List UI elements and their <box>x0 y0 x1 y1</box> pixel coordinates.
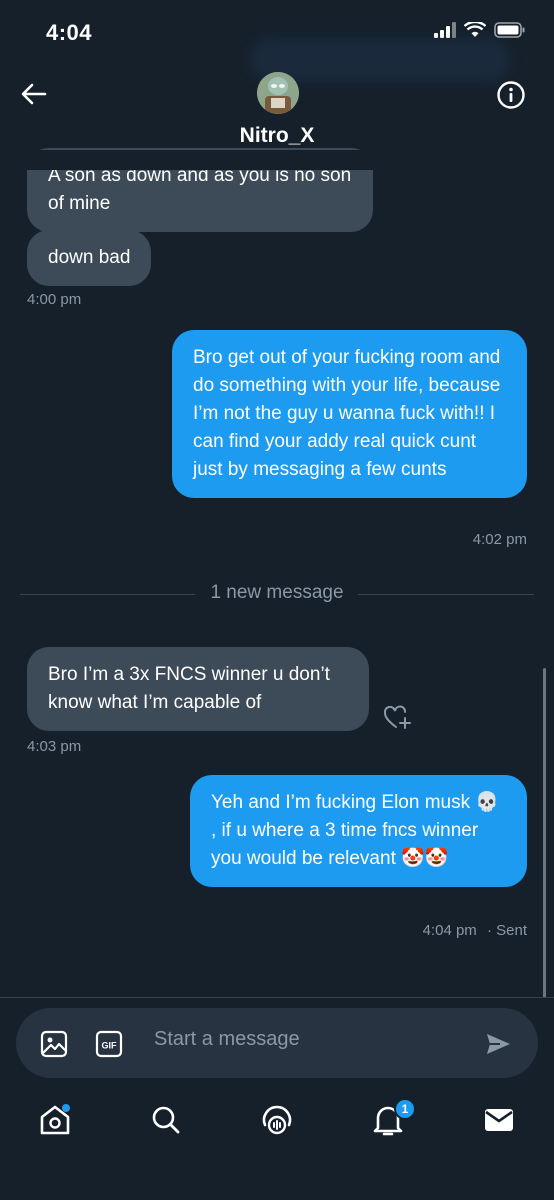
gif-label: GIF <box>102 1041 118 1051</box>
composer-separator <box>0 997 554 998</box>
message-text: A son as down and as you is no son of mi… <box>48 165 352 214</box>
new-message-divider-right <box>358 594 534 595</box>
message-input[interactable]: Start a message <box>154 1028 300 1051</box>
info-icon <box>497 81 525 109</box>
message-bubble-outgoing[interactable]: Bro get out of your fucking room and do … <box>172 330 527 498</box>
spaces-icon <box>262 1105 292 1135</box>
add-gif-button[interactable]: GIF <box>95 1030 123 1058</box>
dm-conversation-screen: 4:04 Nitro_X A son as down and as you is… <box>0 0 554 1200</box>
message-text: Yeh and I’m fucking Elon musk 💀 , if u w… <box>211 792 500 869</box>
message-text: Bro I’m a 3x FNCS winner u don’t know wh… <box>48 664 330 713</box>
message-timestamp-row: 4:04 pm · Sent <box>423 922 527 939</box>
react-button[interactable] <box>383 705 411 731</box>
send-button[interactable] <box>484 1030 512 1058</box>
scroll-clip <box>0 150 554 170</box>
message-bubble-incoming[interactable]: Bro I’m a 3x FNCS winner u don’t know wh… <box>27 647 369 731</box>
back-arrow-icon <box>21 83 47 105</box>
nav-explore[interactable] <box>146 1100 186 1140</box>
message-composer: GIF Start a message <box>16 1008 538 1078</box>
status-time: 4:04 <box>46 20 93 45</box>
avatar[interactable] <box>257 72 299 114</box>
image-icon <box>40 1030 68 1058</box>
mail-icon <box>485 1109 513 1131</box>
message-bubble-incoming[interactable]: down bad <box>27 230 152 286</box>
message-timestamp: 4:04 pm <box>422 922 477 939</box>
nav-messages[interactable] <box>479 1100 519 1140</box>
message-status: · Sent <box>486 922 527 939</box>
scrollbar[interactable] <box>543 668 546 998</box>
nav-spaces[interactable] <box>257 1100 297 1140</box>
back-button[interactable] <box>18 78 50 110</box>
heart-plus-icon <box>383 705 411 729</box>
send-icon <box>487 1034 510 1054</box>
message-text: Bro get out of your fucking room and do … <box>193 347 501 480</box>
message-text: down bad <box>48 247 131 268</box>
conversation-info-button[interactable] <box>496 80 526 110</box>
message-timestamp: 4:02 pm <box>472 531 527 548</box>
message-timestamp: 4:03 pm <box>27 738 82 755</box>
search-icon <box>152 1106 180 1134</box>
message-bubble-outgoing[interactable]: Yeh and I’m fucking Elon musk 💀 , if u w… <box>190 775 527 887</box>
message-timestamp: 4:00 pm <box>27 291 82 308</box>
home-notification-dot <box>62 1104 70 1112</box>
notifications-badge: 1 <box>394 1098 416 1120</box>
new-message-divider: 1 new message <box>210 582 344 603</box>
gif-icon: GIF <box>95 1030 123 1058</box>
conversation-username[interactable]: Nitro_X <box>0 124 554 148</box>
add-photo-button[interactable] <box>40 1030 68 1058</box>
